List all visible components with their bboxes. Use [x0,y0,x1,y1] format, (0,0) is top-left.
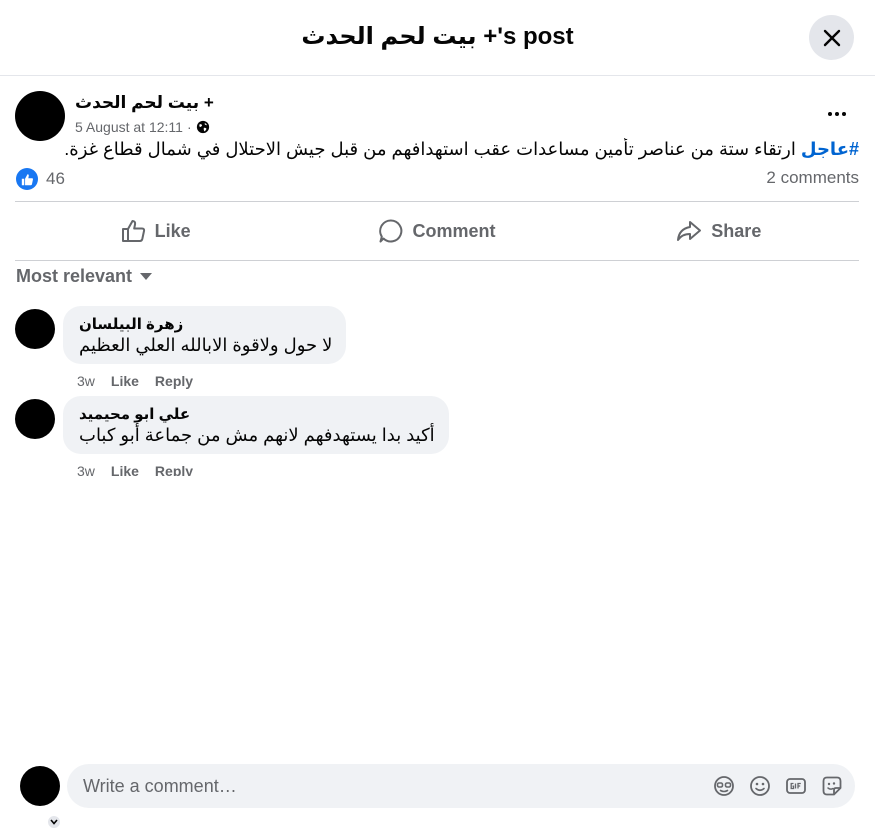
composer-avatar-wrapper[interactable] [20,766,62,830]
comment-composer [0,748,875,832]
post-body: #عاجل ارتقاء ستة من عناصر تأمين مساعدات … [14,138,859,160]
comments-list: زهرة البيلسان لا حول ولاقوة الابالله الع… [0,300,875,476]
share-button[interactable]: Share [578,203,859,259]
comment-author[interactable]: زهرة البيلسان [79,316,332,334]
sort-label: Most relevant [16,266,133,286]
commenter-avatar[interactable] [15,399,55,439]
emoji-button[interactable] [749,775,771,797]
post-actions: Like Comment Share [15,203,859,259]
dialog-title: بيت لحم الحدث +'s post [301,23,574,50]
more-options-icon [828,112,832,116]
comment-reply-button[interactable]: Reply [155,463,193,476]
comment-sort-dropdown[interactable]: Most relevant [16,266,153,287]
comment-like-button[interactable]: Like [111,373,139,389]
gif-button[interactable] [785,775,807,797]
like-button[interactable]: Like [15,203,296,259]
current-user-avatar [20,766,60,806]
comment-text: أكيد بدا يستهدفهم لانهم مش من جماعة أبو … [79,425,435,445]
comment-input[interactable] [67,764,687,808]
composer-tools [713,775,843,797]
comment-bubble: علي ابو محيميد أكيد بدا يستهدفهم لانهم م… [63,396,449,454]
globe-icon [196,120,209,134]
caret-down-icon [140,273,153,280]
share-arrow-icon [677,221,702,241]
close-button[interactable] [809,15,854,60]
comment-button[interactable]: Comment [296,203,577,259]
comment-bubble-icon [379,219,403,243]
emoji-icon [750,776,770,796]
reaction-count: 46 [46,169,65,188]
post-dialog-header: بيت لحم الحدث +'s post [0,0,875,76]
sticker-icon [822,776,842,796]
comment-time[interactable]: 3w [77,373,95,389]
comment-like-button[interactable]: Like [111,463,139,476]
close-icon [823,29,840,46]
comment-reply-button[interactable]: Reply [155,373,193,389]
post-hashtag[interactable]: #عاجل [801,139,859,159]
like-reaction-icon [16,168,38,190]
thumbs-up-icon [121,220,145,242]
comment-input-box[interactable] [67,764,855,808]
divider [15,201,859,202]
meta-separator: · [186,119,192,135]
post-text: ارتقاء ستة من عناصر تأمين مساعدات عقب اس… [64,139,796,159]
avatar-sticker-icon [714,776,734,796]
author-avatar[interactable] [15,91,65,141]
comment-label: Comment [412,220,496,241]
sticker-button[interactable] [821,775,843,797]
post-meta: 5 August at 12:11 · [75,118,210,136]
avatar-sticker-button[interactable] [713,775,735,797]
comment-actions: 3w Like Reply [77,463,193,476]
chevron-down-icon [50,819,58,825]
gif-icon [786,778,806,794]
more-options-button[interactable] [825,104,849,124]
profile-switch-badge[interactable] [46,814,62,830]
comments-count-link[interactable]: 2 comments [766,168,859,188]
post-date[interactable]: 5 August at 12:11 [75,118,183,136]
commenter-avatar[interactable] [15,309,55,349]
post-author-name[interactable]: بيت لحم الحدث + [75,92,214,114]
comment-author[interactable]: علي ابو محيميد [79,406,435,424]
divider [15,260,859,261]
reactions-summary[interactable]: 46 [16,168,65,190]
comment-actions: 3w Like Reply [77,373,193,389]
share-label: Share [711,220,762,241]
comment-time[interactable]: 3w [77,463,95,476]
comment-bubble: زهرة البيلسان لا حول ولاقوة الابالله الع… [63,306,347,364]
comment-text: لا حول ولاقوة الابالله العلي العظيم [79,335,333,355]
like-label: Like [154,220,191,241]
